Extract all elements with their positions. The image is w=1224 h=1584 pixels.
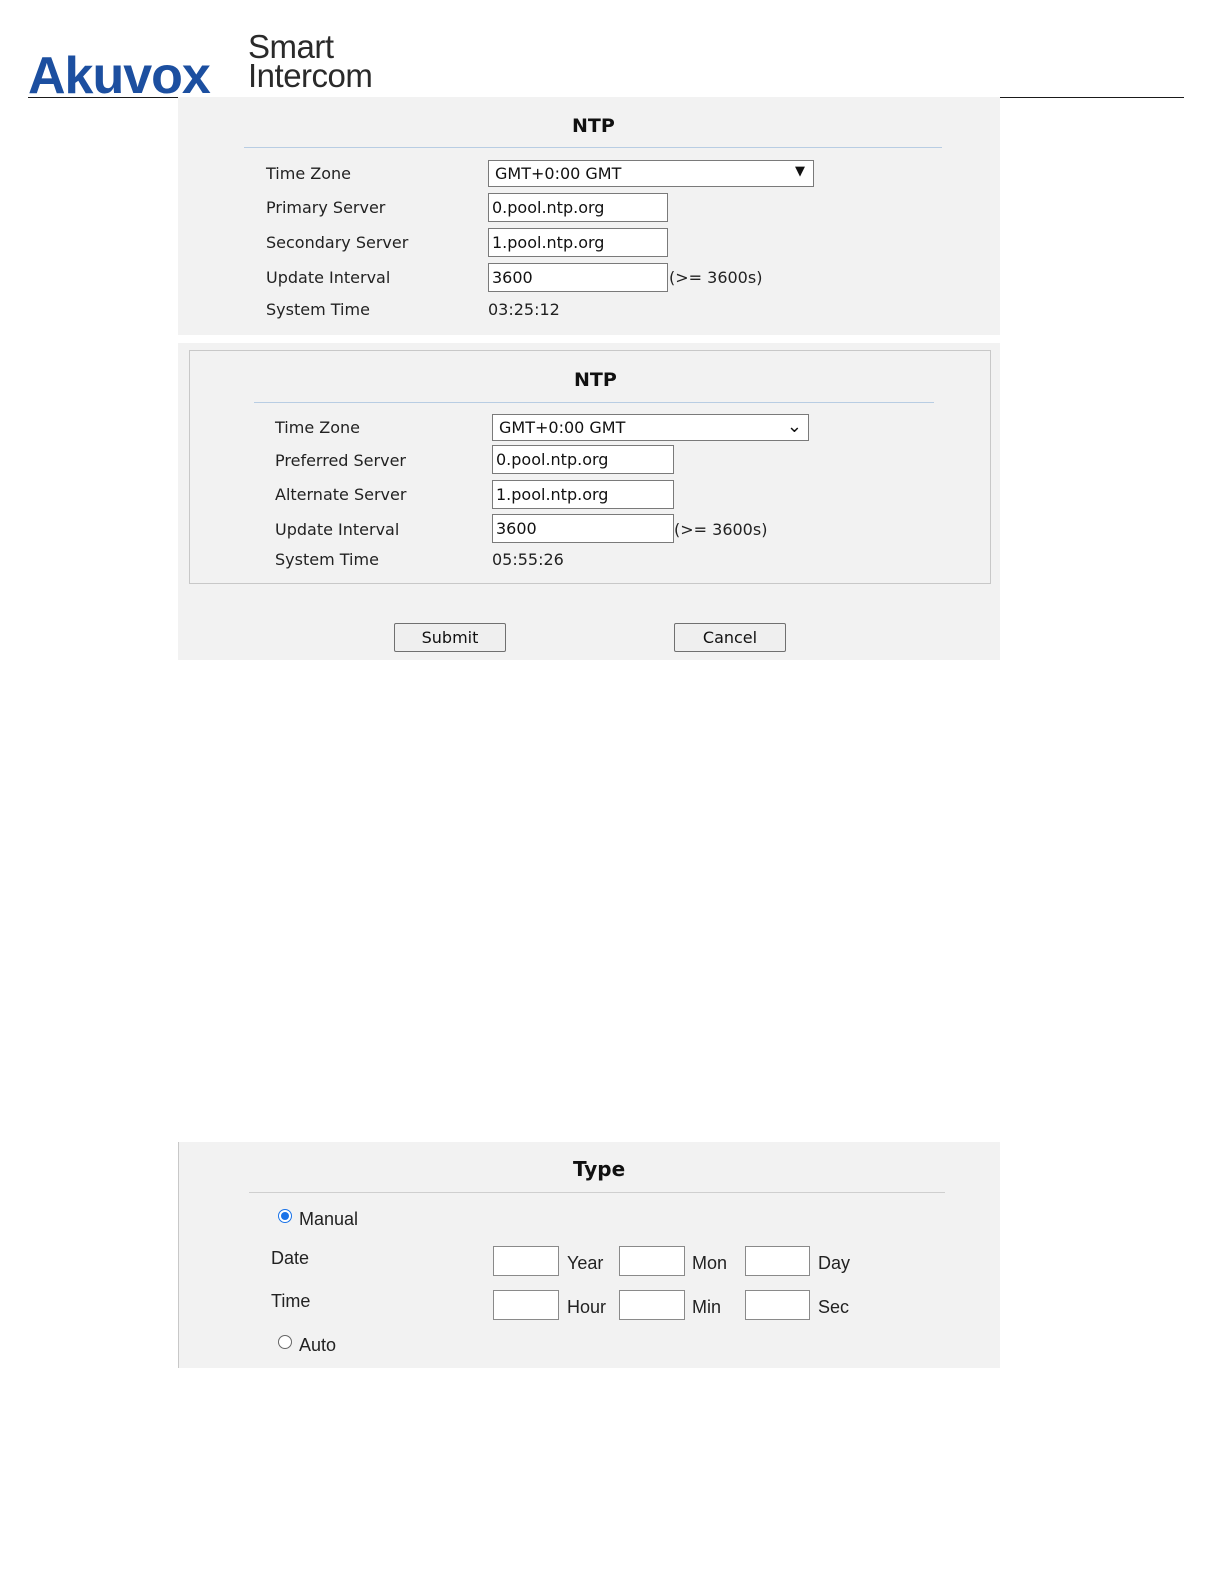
min-input[interactable] [619, 1290, 685, 1320]
time-zone-value: GMT+0:00 GMT [499, 418, 626, 437]
system-time-value: 05:55:26 [492, 550, 564, 569]
time-label: Time [271, 1291, 311, 1311]
mon-input[interactable] [619, 1246, 685, 1276]
logo-tagline-line2: Intercom [248, 57, 373, 94]
logo-brand: Akuvox [28, 47, 211, 105]
type-panel: Type Manual Date Year Mon Day Time Hour … [178, 1142, 1000, 1368]
time-zone-label: Time Zone [266, 164, 351, 183]
auto-label: Auto [299, 1335, 337, 1355]
alternate-server-input[interactable]: 1.pool.ntp.org [492, 480, 674, 509]
ntp-panel-2: NTP Time Zone GMT+0:00 GMT ⌄ Preferred S… [178, 343, 1000, 660]
dropdown-arrow-icon: ▼ [795, 164, 805, 179]
secondary-server-label: Secondary Server [266, 233, 409, 252]
update-interval-input[interactable]: 3600 [492, 514, 674, 543]
akuvox-logo: Akuvox Smart Intercom [28, 28, 388, 102]
time-zone-select[interactable]: GMT+0:00 GMT ⌄ [492, 414, 809, 441]
day-input[interactable] [745, 1246, 810, 1276]
primary-server-label: Primary Server [266, 198, 386, 217]
sec-input[interactable] [745, 1290, 810, 1320]
auto-radio[interactable] [278, 1335, 292, 1349]
type-title: Type [573, 1157, 626, 1181]
mon-label: Mon [692, 1253, 728, 1273]
system-time-value: 03:25:12 [488, 300, 560, 319]
update-interval-hint: (>= 3600s) [669, 268, 763, 287]
date-label: Date [271, 1248, 310, 1268]
alternate-server-label: Alternate Server [275, 485, 407, 504]
update-interval-input[interactable]: 3600 [488, 263, 668, 292]
type-title-rule [249, 1192, 945, 1193]
chevron-down-icon: ⌄ [786, 416, 802, 437]
ntp-panel-1: NTP Time Zone GMT+0:00 GMT ▼ Primary Ser… [178, 97, 1000, 335]
min-label: Min [692, 1297, 722, 1317]
preferred-server-input[interactable]: 0.pool.ntp.org [492, 445, 674, 474]
system-time-label: System Time [266, 300, 370, 319]
ntp-title-rule [254, 402, 934, 403]
preferred-server-label: Preferred Server [275, 451, 406, 470]
ntp-title: NTP [572, 115, 615, 137]
time-zone-label: Time Zone [275, 418, 360, 437]
ntp-title-rule [244, 147, 942, 148]
update-interval-label: Update Interval [275, 520, 400, 539]
hour-label: Hour [567, 1297, 607, 1317]
year-input[interactable] [493, 1246, 559, 1276]
hour-input[interactable] [493, 1290, 559, 1320]
secondary-server-input[interactable]: 1.pool.ntp.org [488, 228, 668, 257]
logo-tagline: Smart Intercom [248, 30, 373, 94]
system-time-label: System Time [275, 550, 379, 569]
time-zone-value: GMT+0:00 GMT [495, 164, 622, 183]
ntp-title: NTP [574, 369, 617, 391]
submit-button[interactable]: Submit [394, 623, 506, 652]
manual-label: Manual [299, 1209, 359, 1229]
sec-label: Sec [818, 1297, 850, 1317]
update-interval-label: Update Interval [266, 268, 391, 287]
manual-radio[interactable] [278, 1209, 292, 1223]
year-label: Year [567, 1253, 604, 1273]
time-zone-select[interactable]: GMT+0:00 GMT ▼ [488, 160, 814, 187]
day-label: Day [818, 1253, 851, 1273]
cancel-button[interactable]: Cancel [674, 623, 786, 652]
update-interval-hint: (>= 3600s) [674, 520, 768, 539]
primary-server-input[interactable]: 0.pool.ntp.org [488, 193, 668, 222]
